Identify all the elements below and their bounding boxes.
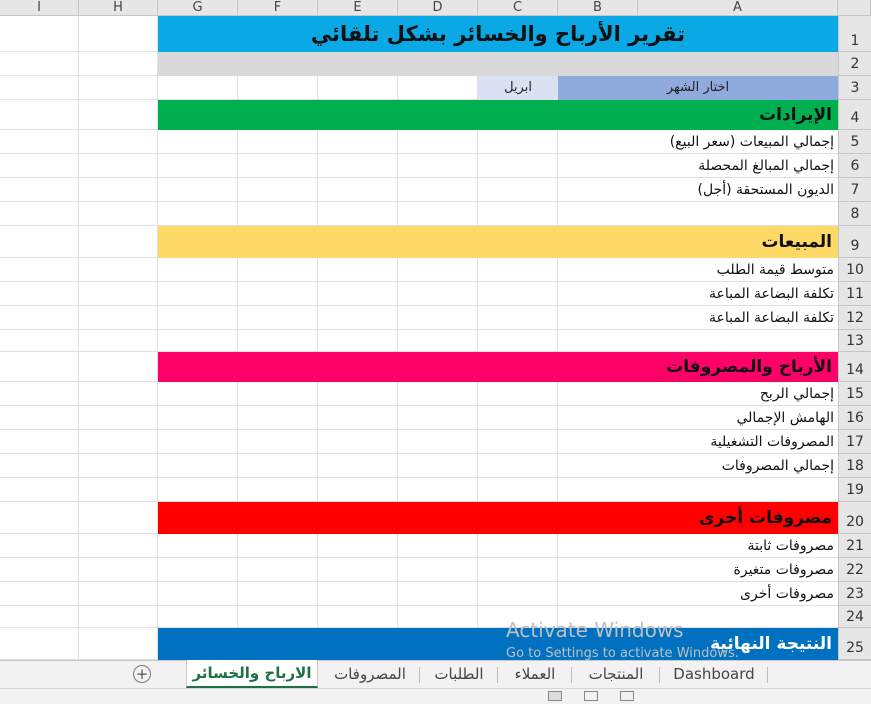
tab-products[interactable]: المنتجات: [574, 661, 658, 687]
label-total-collected: إجمالي المبالغ المحصلة: [698, 158, 834, 174]
row-header-6[interactable]: 6: [838, 154, 871, 178]
row-header-17[interactable]: 17: [838, 430, 871, 454]
tab-customers[interactable]: العملاء: [500, 661, 570, 687]
row-16[interactable]: [0, 406, 838, 430]
column-header-a[interactable]: A: [638, 0, 838, 16]
row-header-9[interactable]: 9: [838, 226, 871, 258]
row-header-20[interactable]: 20: [838, 502, 871, 534]
section-title-final-result: النتيجة النهائية: [710, 634, 832, 654]
row-header-23[interactable]: 23: [838, 582, 871, 606]
row-header-25[interactable]: 25: [838, 628, 871, 660]
label-total-expenses: إجمالي المصروفات: [721, 458, 834, 474]
label-fixed-expenses: مصروفات ثابتة: [747, 538, 834, 554]
row-header-2[interactable]: 2: [838, 52, 871, 76]
page-layout-icon[interactable]: [584, 691, 598, 701]
row-header-22[interactable]: 22: [838, 558, 871, 582]
section-header-sales: المبيعات: [158, 226, 838, 258]
row-header-16[interactable]: 16: [838, 406, 871, 430]
section-title-other-expenses: مصروفات أخرى: [698, 508, 832, 528]
spreadsheet-grid: I H G F E D C B A 1 2 3 4 5 6 7 8 9 10 1…: [0, 0, 871, 660]
label-gross-margin: الهامش الإجمالي: [736, 410, 835, 426]
row-header-13[interactable]: 13: [838, 330, 871, 352]
tab-separator: [571, 667, 572, 683]
row-23[interactable]: [0, 582, 838, 606]
status-bar: [0, 688, 871, 704]
row-header-8[interactable]: 8: [838, 202, 871, 226]
report-title: تقرير الأرباح والخسائر بشكل تلقائي: [158, 16, 838, 52]
label-operating-expenses: المصروفات التشغيلية: [710, 434, 834, 450]
column-header-b[interactable]: B: [558, 0, 638, 16]
row-header-11[interactable]: 11: [838, 282, 871, 306]
month-selector-label-cell: اختار الشهر: [558, 76, 838, 100]
tab-separator: [767, 667, 768, 683]
label-cost-of-goods-sold-2: تكلفة البضاعة المباعة: [709, 310, 834, 326]
page-break-icon[interactable]: [620, 691, 634, 701]
column-header-f[interactable]: F: [238, 0, 318, 16]
tab-separator: [497, 667, 498, 683]
normal-view-icon[interactable]: [548, 691, 562, 701]
section-title-profits: الأرباح والمصروفات: [666, 357, 832, 377]
row-header-24[interactable]: 24: [838, 606, 871, 628]
row-header-3[interactable]: 3: [838, 76, 871, 100]
row-22[interactable]: [0, 558, 838, 582]
row-header-7[interactable]: 7: [838, 178, 871, 202]
month-selector-label: اختار الشهر: [666, 80, 730, 95]
label-gross-profit: إجمالي الربح: [759, 386, 834, 402]
column-header-i[interactable]: I: [0, 0, 79, 16]
tab-profit-loss[interactable]: الارباح والخسائر: [186, 660, 318, 688]
row-header-18[interactable]: 18: [838, 454, 871, 478]
label-cost-of-goods-sold: تكلفة البضاعة المباعة: [709, 286, 834, 302]
section-title-revenue: الإيرادات: [759, 105, 832, 125]
row-header-10[interactable]: 10: [838, 258, 871, 282]
row-18[interactable]: [0, 454, 838, 478]
row-8[interactable]: [0, 202, 838, 226]
column-header-d[interactable]: D: [398, 0, 478, 16]
label-average-order-value: متوسط قيمة الطلب: [716, 262, 834, 278]
label-other-expenses: مصروفات أخرى: [740, 586, 834, 602]
row-header-14[interactable]: 14: [838, 352, 871, 382]
row-10[interactable]: [0, 258, 838, 282]
tab-separator: [659, 667, 660, 683]
column-header-c[interactable]: C: [478, 0, 558, 16]
section-header-profits: الأرباح والمصروفات: [158, 352, 838, 382]
row-header-15[interactable]: 15: [838, 382, 871, 406]
label-variable-expenses: مصروفات متغيرة: [733, 562, 834, 578]
section-title-sales: المبيعات: [761, 232, 832, 252]
row-header-19[interactable]: 19: [838, 478, 871, 502]
row-24[interactable]: [0, 606, 838, 628]
separator-band: [158, 52, 838, 76]
column-header-e[interactable]: E: [318, 0, 398, 16]
row-15[interactable]: [0, 382, 838, 406]
sheet-tabs-bar: + الارباح والخسائر المصروفات الطلبات الع…: [0, 660, 871, 689]
label-outstanding-debts: الديون المستحقة (أجل): [697, 182, 834, 198]
column-header-h[interactable]: H: [79, 0, 158, 16]
month-selector-value-cell[interactable]: ابريل: [478, 76, 558, 100]
label-total-sales: إجمالي المبيعات (سعر البيع): [669, 134, 834, 150]
column-header-g[interactable]: G: [158, 0, 238, 16]
add-sheet-icon[interactable]: +: [133, 665, 151, 683]
row-header-4[interactable]: 4: [838, 100, 871, 130]
section-header-other-expenses: مصروفات أخرى: [158, 502, 838, 534]
row-19[interactable]: [0, 478, 838, 502]
tab-dashboard[interactable]: Dashboard: [662, 661, 766, 687]
tab-orders[interactable]: الطلبات: [422, 661, 496, 687]
row-header-12[interactable]: 12: [838, 306, 871, 330]
row-header-5[interactable]: 5: [838, 130, 871, 154]
tab-separator: [419, 667, 420, 683]
row-header-21[interactable]: 21: [838, 534, 871, 558]
select-all-corner[interactable]: [838, 0, 871, 16]
row-header-1[interactable]: 1: [838, 16, 871, 52]
row-21[interactable]: [0, 534, 838, 558]
section-header-revenue: الإيرادات: [158, 100, 838, 130]
tab-expenses[interactable]: المصروفات: [322, 661, 418, 687]
section-header-final-result: النتيجة النهائية: [158, 628, 838, 660]
month-selector-value[interactable]: ابريل: [478, 76, 558, 100]
row-13[interactable]: [0, 330, 838, 352]
